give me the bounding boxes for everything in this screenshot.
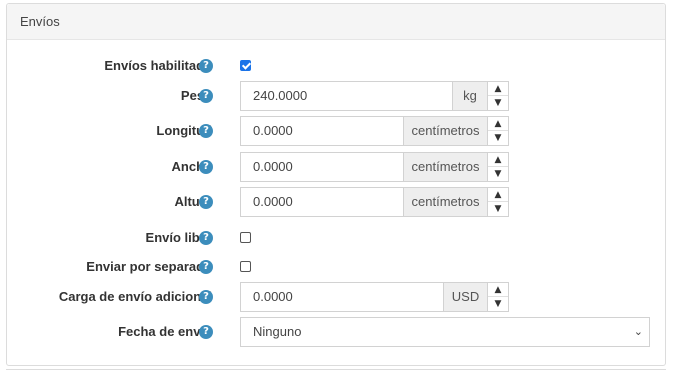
ship-separately-row: Enviar por separado ? [0,252,674,282]
question-circle-icon[interactable]: ? [199,231,213,245]
height-spinner: ▲ ▼ [488,187,509,217]
delivery-date-selected: Ninguno [253,324,302,339]
height-row: Altura ? 0.0000 centímetros ▲ ▼ [0,187,674,217]
length-row: Longitud ? 0.0000 centímetros ▲ ▼ [0,116,674,146]
additional-charge-input[interactable]: 0.0000 [240,282,444,312]
chevron-down-icon[interactable]: ⌄ [634,318,643,346]
height-input[interactable]: 0.0000 [240,187,404,217]
chevron-down-icon[interactable]: ▼ [488,131,508,145]
question-circle-icon[interactable]: ? [199,89,213,103]
delivery-date-row: Fecha de envío ? Ninguno ⌄ [0,317,674,347]
ship-separately-checkbox[interactable] [240,261,251,272]
chevron-up-icon[interactable]: ▲ [488,117,508,131]
weight-input[interactable]: 240.0000 [240,81,453,111]
width-row: Ancho ? 0.0000 centímetros ▲ ▼ [0,152,674,182]
width-spinner: ▲ ▼ [488,152,509,182]
question-circle-icon[interactable]: ? [199,290,213,304]
width-unit: centímetros [404,152,488,182]
height-unit: centímetros [404,187,488,217]
additional-charge-row: Carga de envío adicional ? 0.0000 USD ▲ … [0,282,674,312]
question-circle-icon[interactable]: ? [199,260,213,274]
chevron-up-icon[interactable]: ▲ [488,82,508,96]
ship-separately-label: Enviar por separado [86,259,212,274]
chevron-up-icon[interactable]: ▲ [488,153,508,167]
shipping-enabled-row: Envíos habilitado ? [0,51,674,81]
chevron-up-icon[interactable]: ▲ [488,283,508,297]
weight-row: Peso ? 240.0000 kg ▲ ▼ [0,81,674,111]
delivery-date-label: Fecha de envío [118,324,212,339]
question-circle-icon[interactable]: ? [199,124,213,138]
additional-charge-unit: USD [444,282,488,312]
length-unit: centímetros [404,116,488,146]
free-shipping-checkbox[interactable] [240,232,251,243]
chevron-down-icon[interactable]: ▼ [488,96,508,110]
chevron-up-icon[interactable]: ▲ [488,188,508,202]
length-spinner: ▲ ▼ [488,116,509,146]
next-panel-edge [6,369,666,373]
question-circle-icon[interactable]: ? [199,160,213,174]
shipping-enabled-checkbox[interactable] [240,60,251,71]
delivery-date-select[interactable]: Ninguno ⌄ [240,317,650,347]
length-input[interactable]: 0.0000 [240,116,404,146]
shipping-enabled-label: Envíos habilitado [104,58,212,73]
free-shipping-row: Envío libre ? [0,223,674,253]
width-input[interactable]: 0.0000 [240,152,404,182]
question-circle-icon[interactable]: ? [199,325,213,339]
weight-spinner: ▲ ▼ [488,81,509,111]
additional-charge-label: Carga de envío adicional [58,289,212,304]
chevron-down-icon[interactable]: ▼ [488,297,508,311]
weight-unit: kg [453,81,488,111]
chevron-down-icon[interactable]: ▼ [488,202,508,216]
additional-charge-spinner: ▲ ▼ [488,282,509,312]
question-circle-icon[interactable]: ? [199,59,213,73]
panel-title[interactable]: Envíos [7,4,665,40]
chevron-down-icon[interactable]: ▼ [488,167,508,181]
question-circle-icon[interactable]: ? [199,195,213,209]
